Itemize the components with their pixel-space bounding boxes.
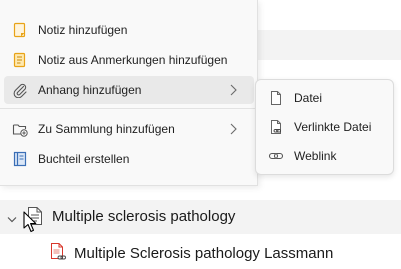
- tree-item-title: Multiple Sclerosis pathology Lassmann: [74, 245, 334, 262]
- book-section-icon: [12, 151, 28, 167]
- app-toolbar-band: [258, 30, 401, 60]
- chevron-down-icon[interactable]: [6, 212, 18, 223]
- submenu-item-weblink[interactable]: Weblink: [260, 143, 390, 169]
- file-icon: [268, 90, 284, 106]
- menu-item-add-to-collection[interactable]: Zu Sammlung hinzufügen: [4, 115, 254, 143]
- menu-item-add-attachment[interactable]: Anhang hinzufügen: [4, 76, 254, 104]
- context-menu: Notiz hinzufügen Notiz aus Anmerkungen h…: [0, 0, 258, 186]
- menu-separator: [0, 108, 257, 109]
- tree-row-parent[interactable]: Multiple sclerosis pathology: [0, 200, 401, 234]
- submenu-item-label: Verlinkte Datei: [294, 120, 372, 134]
- note-add-icon: [12, 22, 28, 38]
- menu-item-label: Zu Sammlung hinzufügen: [38, 122, 175, 136]
- tree-row-child[interactable]: Multiple Sclerosis pathology Lassmann: [0, 238, 401, 268]
- menu-item-add-note-from-annotations[interactable]: Notiz aus Anmerkungen hinzufügen: [4, 46, 254, 74]
- attachment-submenu: Datei Verlinkte Datei Weblink: [255, 79, 394, 175]
- menu-item-label: Buchteil erstellen: [38, 152, 130, 166]
- menu-item-label: Notiz hinzufügen: [38, 23, 128, 37]
- tree-item-title: Multiple sclerosis pathology: [52, 208, 236, 225]
- chevron-right-icon: [228, 122, 238, 136]
- linked-file-icon: [268, 119, 284, 135]
- menu-item-add-note[interactable]: Notiz hinzufügen: [4, 16, 254, 44]
- chevron-right-icon: [228, 83, 238, 97]
- submenu-item-label: Datei: [294, 91, 323, 105]
- paperclip-icon: [12, 82, 28, 99]
- link-icon: [268, 148, 284, 164]
- app-background-top: [258, 0, 401, 30]
- menu-item-create-book-section[interactable]: Buchteil erstellen: [4, 145, 254, 173]
- menu-item-partial-icon: [12, 180, 26, 185]
- mouse-cursor-icon: [23, 211, 37, 233]
- menu-item-label: Notiz aus Anmerkungen hinzufügen: [38, 53, 228, 67]
- collection-add-icon: [12, 121, 28, 137]
- menu-item-label: Anhang hinzufügen: [38, 83, 142, 97]
- submenu-item-linked-file[interactable]: Verlinkte Datei: [260, 114, 390, 140]
- submenu-item-file[interactable]: Datei: [260, 85, 390, 111]
- linked-pdf-icon: [49, 242, 69, 262]
- submenu-item-label: Weblink: [294, 149, 337, 163]
- note-from-annotations-icon: [12, 52, 28, 68]
